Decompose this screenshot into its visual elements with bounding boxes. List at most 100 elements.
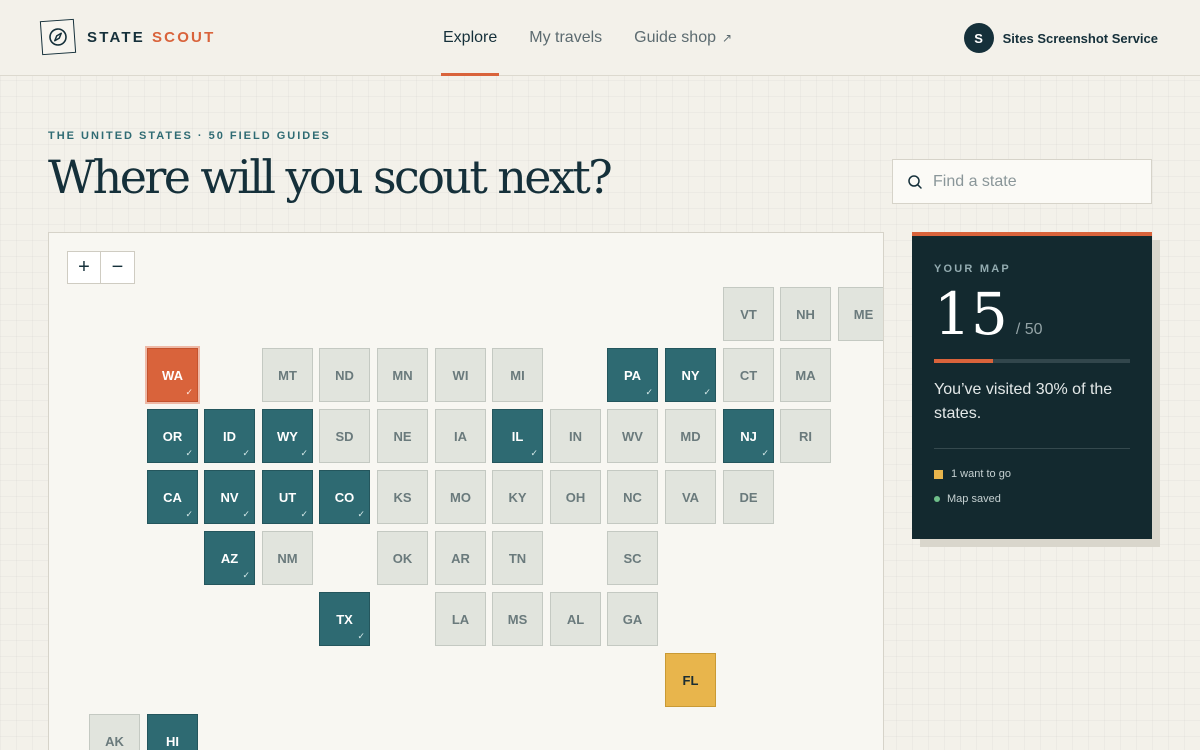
state-tile-wy[interactable]: WY ✓ [262, 409, 313, 463]
legend-want-label: 1 want to go [951, 468, 1011, 480]
state-tile-co[interactable]: CO ✓ [319, 470, 370, 524]
state-tile-mt[interactable]: MT [262, 348, 313, 402]
top-bar: STATE SCOUT Explore My travels Guide shop… [0, 0, 1200, 76]
card-label: YOUR MAP [934, 263, 1011, 275]
state-tile-fl[interactable]: FL [665, 653, 716, 707]
state-tile-tn[interactable]: TN [492, 531, 543, 585]
state-tile-mi[interactable]: MI [492, 348, 543, 402]
state-tile-nm[interactable]: NM [262, 531, 313, 585]
state-tile-label: AR [451, 550, 470, 566]
state-tile-al[interactable]: AL [550, 592, 601, 646]
state-tile-label: VT [740, 306, 757, 322]
legend-map-saved: Map saved [934, 493, 1130, 505]
state-tile-ut[interactable]: UT ✓ [262, 470, 313, 524]
state-tile-vt[interactable]: VT [723, 287, 774, 341]
visited-count: 15 [934, 280, 1008, 348]
nav-explore-label: Explore [443, 29, 498, 46]
state-tile-ms[interactable]: MS [492, 592, 543, 646]
state-tile-la[interactable]: LA [435, 592, 486, 646]
brand-logo[interactable]: STATE SCOUT [39, 18, 215, 56]
state-tile-ky[interactable]: KY [492, 470, 543, 524]
state-tile-ak[interactable]: AK [89, 714, 140, 750]
nav-explore[interactable]: Explore [440, 0, 500, 76]
state-tile-label: IA [454, 428, 467, 444]
state-tile-wi[interactable]: WI [435, 348, 486, 402]
state-tile-label: KS [393, 489, 412, 505]
state-tile-ks[interactable]: KS [377, 470, 428, 524]
state-tile-pa[interactable]: PA ✓ [607, 348, 658, 402]
state-tile-md[interactable]: MD [665, 409, 716, 463]
page-eyebrow: THE UNITED STATES · 50 FIELD GUIDES [48, 130, 331, 142]
state-tile-label: OH [565, 489, 586, 505]
state-tile-nh[interactable]: NH [780, 287, 831, 341]
state-tile-label: MD [680, 428, 701, 444]
account-menu[interactable]: S Sites Screenshot Service [963, 23, 1158, 53]
state-tile-mn[interactable]: MN [377, 348, 428, 402]
search-icon [908, 174, 922, 189]
check-icon: ✓ [242, 509, 250, 519]
state-tile-az[interactable]: AZ ✓ [204, 531, 255, 585]
state-tile-wv[interactable]: WV [607, 409, 658, 463]
state-tile-wa[interactable]: WA ✓ [147, 348, 198, 402]
state-tile-label: IN [569, 428, 582, 444]
state-tile-id[interactable]: ID ✓ [204, 409, 255, 463]
state-tile-label: MA [795, 367, 816, 383]
state-tile-label: NJ [740, 428, 757, 444]
state-tile-sc[interactable]: SC [607, 531, 658, 585]
check-icon: ✓ [300, 448, 308, 458]
state-tile-me[interactable]: ME [838, 287, 883, 341]
check-icon: ✓ [185, 509, 193, 519]
check-icon: ✓ [242, 448, 250, 458]
nav-guide-shop[interactable]: Guide shop ↗ [634, 0, 732, 76]
check-icon: ✓ [761, 448, 769, 458]
state-tile-il[interactable]: IL ✓ [492, 409, 543, 463]
state-tile-label: AZ [220, 550, 239, 566]
state-search [892, 159, 1152, 204]
state-tile-ga[interactable]: GA [607, 592, 658, 646]
state-tile-oh[interactable]: OH [550, 470, 601, 524]
check-icon: ✓ [530, 448, 538, 458]
state-tile-mo[interactable]: MO [435, 470, 486, 524]
state-tile-label: TN [508, 550, 527, 566]
state-tile-ar[interactable]: AR [435, 531, 486, 585]
state-tile-label: WV [622, 428, 643, 444]
state-tile-ia[interactable]: IA [435, 409, 486, 463]
state-tile-tx[interactable]: TX ✓ [319, 592, 370, 646]
state-tile-ca[interactable]: CA ✓ [147, 470, 198, 524]
state-tile-de[interactable]: DE [723, 470, 774, 524]
state-tile-label: IL [511, 428, 524, 444]
state-tile-hi[interactable]: HI✓ [147, 714, 198, 750]
visited-summary: You’ve visited 30% of the states. [934, 381, 1113, 422]
state-tile-nv[interactable]: NV ✓ [204, 470, 255, 524]
zoom-in-button[interactable]: + [67, 251, 101, 284]
state-tile-sd[interactable]: SD [319, 409, 370, 463]
state-tile-ri[interactable]: RI [780, 409, 831, 463]
state-tile-label: NH [796, 306, 815, 322]
state-tile-label: ID [223, 428, 236, 444]
state-tile-label: OK [392, 550, 413, 566]
state-tile-ct[interactable]: CT [723, 348, 774, 402]
search-input[interactable] [933, 172, 1133, 191]
state-tile-label: WY [277, 428, 298, 444]
state-tile-nj[interactable]: NJ ✓ [723, 409, 774, 463]
state-tile-ne[interactable]: NE [377, 409, 428, 463]
state-tile-or[interactable]: OR ✓ [147, 409, 198, 463]
state-tile-ok[interactable]: OK [377, 531, 428, 585]
state-tile-nd[interactable]: ND [319, 348, 370, 402]
state-tile-label: CA [163, 489, 182, 505]
state-tile-ma[interactable]: MA [780, 348, 831, 402]
zoom-out-button[interactable]: − [101, 251, 135, 284]
page-title: Where will you scout next? [48, 150, 613, 204]
state-tile-label: NC [623, 489, 642, 505]
state-tile-va[interactable]: VA [665, 470, 716, 524]
state-tile-in[interactable]: IN [550, 409, 601, 463]
nav-my-travels[interactable]: My travels [529, 0, 602, 76]
state-tile-nc[interactable]: NC [607, 470, 658, 524]
check-icon: ✓ [645, 387, 653, 397]
avatar: S [963, 23, 994, 53]
check-icon: ✓ [185, 448, 193, 458]
state-tile-ny[interactable]: NY ✓ [665, 348, 716, 402]
state-tile-label: ND [335, 367, 354, 383]
saved-status-dot [934, 496, 940, 502]
brand-name-first: STATE [87, 28, 145, 46]
